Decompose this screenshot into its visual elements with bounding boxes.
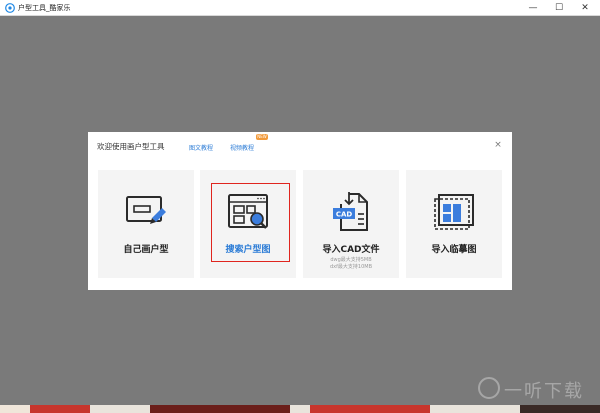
dwg-limit-text: dwg最大支持5MB: [330, 257, 372, 263]
background-content-strip: [0, 405, 600, 413]
title-bar: 户型工具_酷家乐 — ☐ ✕: [0, 0, 600, 16]
welcome-dialog: 欢迎使用画户型工具 图文教程 视频教程 NEW × 自己画户型 搜索户型图 CA…: [88, 132, 512, 290]
watermark-text: 一听下载: [504, 381, 584, 402]
window-title: 户型工具_酷家乐: [18, 4, 71, 12]
app-logo-icon: [5, 3, 15, 13]
import-cad-card[interactable]: CAD 导入CAD文件 dwg最大支持5MB dxf最大支持10MB: [303, 170, 399, 278]
import-trace-card[interactable]: 导入临摹图: [406, 170, 502, 278]
draw-floorplan-label: 自己画户型: [123, 245, 169, 255]
cad-file-icon: CAD: [333, 192, 368, 231]
import-trace-label: 导入临摹图: [431, 245, 477, 255]
video-tutorial-link[interactable]: 视频教程: [230, 143, 254, 152]
text-tutorial-link[interactable]: 图文教程: [189, 143, 213, 152]
draw-floorplan-icon: [126, 196, 166, 224]
dialog-title: 欢迎使用画户型工具: [97, 142, 165, 151]
close-window-button[interactable]: ✕: [572, 0, 598, 16]
maximize-button[interactable]: ☐: [546, 0, 572, 16]
draw-floorplan-card[interactable]: 自己画户型: [98, 170, 194, 278]
selection-highlight: [211, 183, 290, 262]
svg-text:CAD: CAD: [336, 211, 353, 219]
trace-image-icon: [434, 194, 474, 230]
app-window: 户型工具_酷家乐 — ☐ ✕ 欢迎使用画户型工具 图文教程 视频教程 NEW ×…: [0, 0, 600, 413]
import-cad-label: 导入CAD文件: [322, 245, 380, 255]
new-badge: NEW: [256, 134, 268, 140]
watermark: 一听下载: [478, 374, 596, 404]
dxf-limit-text: dxf最大支持10MB: [330, 264, 372, 270]
close-dialog-button[interactable]: ×: [493, 140, 503, 150]
minimize-button[interactable]: —: [520, 0, 546, 16]
watermark-logo-icon: [478, 377, 500, 399]
